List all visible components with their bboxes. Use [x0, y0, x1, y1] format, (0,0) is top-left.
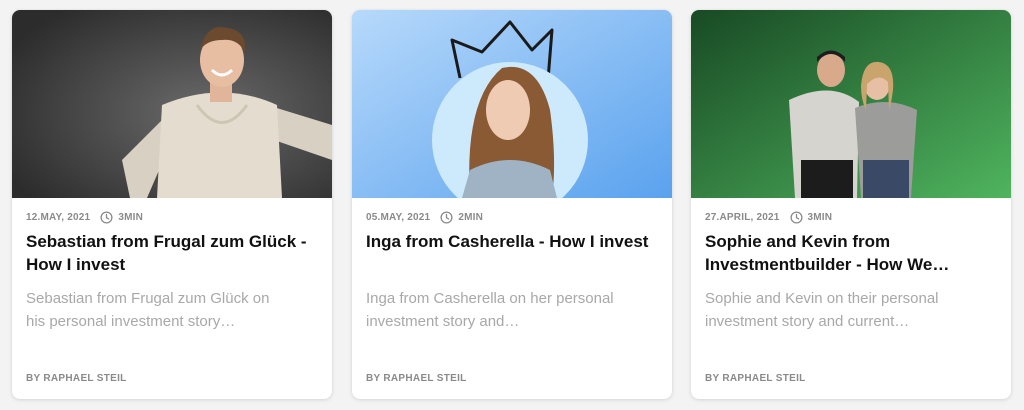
article-author: BY RAPHAEL STEIL — [26, 373, 127, 384]
article-excerpt: Sebastian from Frugal zum Glück on his p… — [26, 290, 270, 330]
article-date: 05.MAY, 2021 — [366, 212, 431, 223]
clock-icon — [100, 211, 113, 224]
article-read-time: 3MIN — [807, 212, 833, 223]
article-author: BY RAPHAEL STEIL — [705, 373, 806, 384]
article-title[interactable]: Inga from Casherella - How I invest — [366, 230, 658, 253]
article-date: 27.APRIL, 2021 — [705, 212, 780, 223]
article-date: 12.MAY, 2021 — [26, 212, 91, 223]
article-excerpt: Sophie and Kevin on their personal inves… — [705, 290, 939, 330]
article-title[interactable]: Sebastian from Frugal zum Glück - How I … — [26, 230, 318, 276]
article-meta: 05.MAY, 2021 2MIN — [366, 211, 483, 224]
article-card[interactable]: 05.MAY, 2021 2MIN Inga from Casherella -… — [352, 10, 672, 399]
article-read-time: 3MIN — [118, 212, 144, 223]
article-excerpt: Inga from Casherella on her personal inv… — [366, 290, 614, 330]
article-grid: 12.MAY, 2021 3MIN Sebastian from Frugal … — [0, 0, 1024, 410]
article-card[interactable]: 12.MAY, 2021 3MIN Sebastian from Frugal … — [12, 10, 332, 399]
article-author: BY RAPHAEL STEIL — [366, 373, 467, 384]
article-meta: 27.APRIL, 2021 3MIN — [705, 211, 832, 224]
article-thumbnail[interactable] — [691, 10, 1011, 198]
clock-icon — [789, 211, 803, 224]
article-thumbnail[interactable] — [12, 10, 332, 198]
clock-icon — [440, 211, 453, 224]
article-title[interactable]: Sophie and Kevin from Investmentbuilder … — [705, 230, 997, 276]
article-card[interactable]: 27.APRIL, 2021 3MIN Sophie and Kevin fro… — [691, 10, 1011, 399]
article-thumbnail[interactable] — [352, 10, 672, 198]
article-meta: 12.MAY, 2021 3MIN — [26, 211, 143, 224]
article-read-time: 2MIN — [458, 212, 484, 223]
